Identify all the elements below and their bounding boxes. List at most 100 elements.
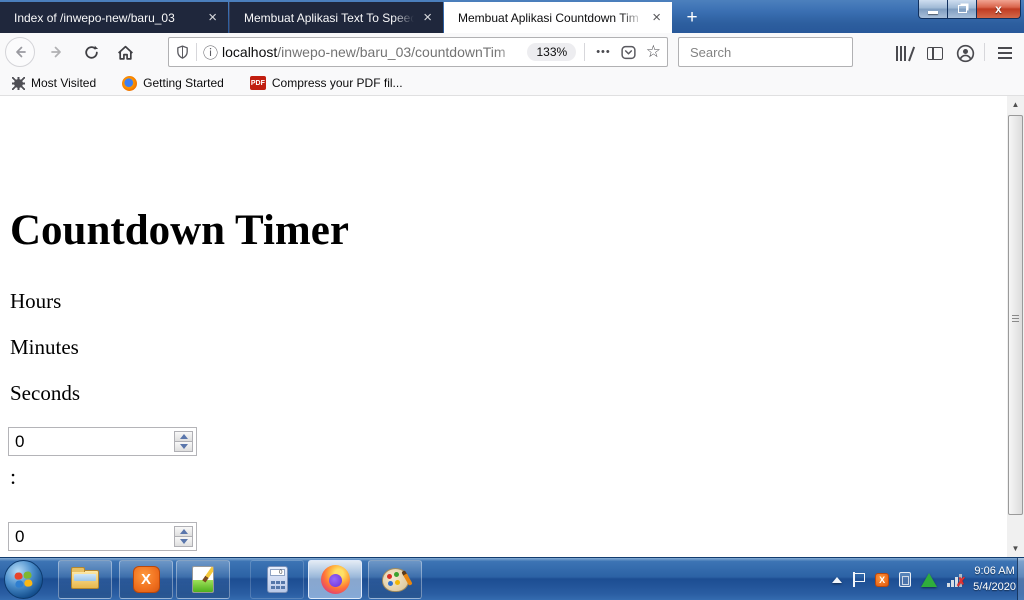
taskbar-notepad-plus-plus-button[interactable] [176, 560, 230, 599]
hours-input-wrap [8, 427, 197, 456]
xampp-icon: X [132, 566, 160, 593]
network-x-badge: ✗ [956, 574, 967, 589]
windows-taskbar: X 0 X ✗ 9:06 AM 5/4/2020 [0, 557, 1024, 600]
arrow-up-icon [179, 529, 188, 534]
arrow-down-icon [179, 539, 188, 544]
window-restore-button[interactable] [947, 0, 977, 19]
taskbar-explorer-button[interactable] [58, 560, 112, 599]
bookmark-label: Getting Started [143, 76, 224, 90]
tab-index-of-baru03[interactable]: Index of /inwepo-new/baru_03 × [0, 2, 228, 33]
account-button[interactable] [952, 41, 978, 65]
hamburger-menu-button[interactable] [992, 41, 1018, 65]
search-bar[interactable] [678, 37, 866, 67]
url-text[interactable]: localhost/inwepo-new/baru_03/countdownTi… [222, 44, 525, 60]
tab-close-icon[interactable]: × [205, 10, 220, 25]
clock-date: 5/4/2020 [973, 580, 1016, 593]
minutes-label: Minutes [10, 335, 79, 359]
show-hidden-icons-button[interactable] [832, 576, 843, 583]
navigation-toolbar: ⓘ localhost/inwepo-new/baru_03/countdown… [0, 33, 1024, 71]
hours-label: Hours [10, 289, 62, 313]
start-button-orb[interactable] [4, 560, 43, 599]
url-bar[interactable]: ⓘ localhost/inwepo-new/baru_03/countdown… [168, 37, 668, 67]
screen: Index of /inwepo-new/baru_03 × Membuat A… [0, 0, 1024, 600]
taskbar-paint-button[interactable] [368, 560, 422, 599]
folder-icon [71, 567, 99, 589]
network-disconnected-icon[interactable]: ✗ [947, 573, 967, 589]
urlbar-divider [584, 43, 586, 61]
hours-input[interactable] [8, 427, 197, 456]
hours-spinner [174, 431, 193, 452]
tab-title: Index of /inwepo-new/baru_03 [14, 10, 175, 25]
arrow-up-icon [179, 434, 188, 439]
sidebar-icon [927, 46, 943, 60]
pocket-icon[interactable] [620, 44, 637, 61]
spinner-down-button[interactable] [175, 441, 192, 451]
safely-remove-hardware-icon[interactable] [899, 572, 912, 587]
forward-icon [51, 46, 61, 58]
minutes-input[interactable] [8, 522, 197, 551]
windows-logo-icon [13, 570, 34, 589]
bookmark-label: Compress your PDF fil... [271, 76, 403, 90]
bookmark-label: Most Visited [31, 76, 97, 90]
firefox-icon [122, 75, 138, 91]
smadav-antivirus-icon[interactable] [921, 572, 938, 587]
show-desktop-button[interactable] [1017, 558, 1024, 600]
url-path: /inwepo-new/baru_03/countdownTim [277, 44, 506, 60]
taskbar-calculator-button[interactable]: 0 [250, 560, 304, 599]
tracking-protection-shield-icon[interactable] [175, 44, 190, 61]
taskbar-xampp-button[interactable]: X [119, 560, 173, 599]
calculator-icon: 0 [266, 566, 288, 593]
bookmark-star-icon[interactable]: ☆ [646, 42, 661, 62]
tab-close-icon[interactable]: × [649, 10, 664, 25]
back-button[interactable] [5, 37, 35, 67]
xampp-tray-icon[interactable]: X [875, 572, 890, 587]
new-tab-button[interactable]: + [679, 5, 705, 31]
notepad-plus-plus-icon [192, 566, 214, 593]
library-icon [896, 45, 916, 61]
pdf-icon: PDF [249, 76, 266, 90]
spinner-up-button[interactable] [175, 432, 192, 441]
firefox-icon [320, 565, 350, 594]
scroll-up-button[interactable]: ▲ [1007, 96, 1024, 113]
tab-close-icon[interactable]: × [420, 10, 435, 25]
toolbar-divider [984, 43, 985, 61]
search-input[interactable] [690, 44, 866, 60]
bookmark-getting-started[interactable]: Getting Started [122, 75, 224, 91]
bookmarks-toolbar: Most Visited Getting Started PDF Compres… [0, 71, 1024, 96]
spinner-down-button[interactable] [175, 536, 192, 546]
paint-palette-icon [381, 567, 409, 592]
site-info-icon[interactable]: ⓘ [203, 42, 218, 63]
system-tray: X ✗ 9:06 AM 5/4/2020 [832, 558, 1016, 600]
reload-button[interactable] [76, 37, 106, 67]
menu-icon [998, 47, 1012, 49]
bookmark-compress-pdf[interactable]: PDF Compress your PDF fil... [249, 76, 403, 90]
page-actions-icon[interactable]: ••• [596, 46, 611, 58]
forward-button[interactable] [42, 37, 72, 67]
spinner-up-button[interactable] [175, 527, 192, 536]
tab-title: Membuat Aplikasi Countdown Tim [458, 10, 639, 25]
close-icon: x [995, 2, 1002, 16]
scrollbar-thumb[interactable] [1008, 115, 1023, 515]
sidebar-button[interactable] [922, 41, 948, 65]
window-close-button[interactable]: x [976, 0, 1021, 19]
zoom-level-badge[interactable]: 133% [527, 43, 577, 61]
page-title: Countdown Timer [10, 207, 349, 254]
vertical-scrollbar[interactable]: ▲ ▼ [1007, 96, 1024, 557]
home-button[interactable] [110, 37, 140, 67]
arrow-down-icon [179, 444, 188, 449]
urlbar-divider [196, 43, 197, 61]
account-icon [956, 44, 974, 62]
scroll-down-button[interactable]: ▼ [1007, 540, 1024, 557]
scrollbar-grip [1012, 315, 1019, 322]
action-center-flag-icon[interactable] [852, 572, 866, 587]
minutes-spinner [174, 526, 193, 547]
taskbar-clock[interactable]: 9:06 AM 5/4/2020 [973, 564, 1016, 596]
window-minimize-button[interactable] [918, 0, 948, 19]
taskbar-firefox-button-active[interactable] [308, 560, 362, 599]
clock-time: 9:06 AM [974, 564, 1015, 577]
library-button[interactable] [890, 41, 916, 65]
bookmark-most-visited[interactable]: Most Visited [12, 76, 96, 90]
tab-text-to-speech[interactable]: Membuat Aplikasi Text To Speech × [229, 2, 443, 33]
tab-countdown-timer-active[interactable]: Membuat Aplikasi Countdown Tim × [444, 2, 672, 33]
reload-icon [84, 45, 98, 59]
